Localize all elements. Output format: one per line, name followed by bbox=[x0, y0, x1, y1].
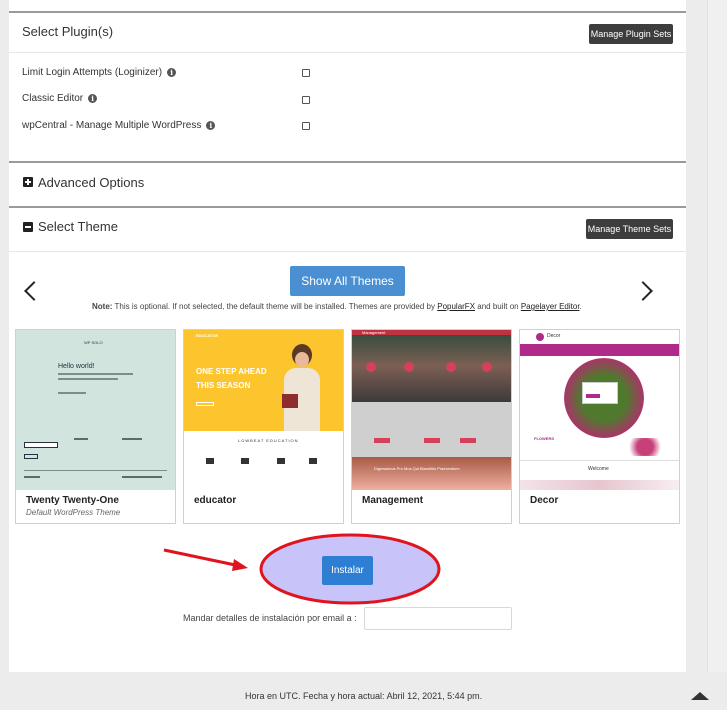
thumb-welcome: Welcome bbox=[588, 466, 609, 472]
info-icon[interactable]: i bbox=[206, 121, 216, 130]
plugin-label: Classic Editor bbox=[22, 93, 84, 104]
plugin-item: Limit Login Attempts (Loginizer) i bbox=[22, 67, 177, 78]
info-icon[interactable]: i bbox=[88, 94, 98, 103]
theme-card-decor[interactable]: Decor FLOWERS Welcome Decor bbox=[519, 329, 680, 524]
arrow-head-icon bbox=[232, 559, 248, 571]
theme-name: Decor bbox=[530, 495, 559, 506]
divider bbox=[9, 52, 686, 53]
expand-icon[interactable] bbox=[23, 177, 33, 187]
theme-thumbnail: Management Dignissimos Pro Mos Qui Bland… bbox=[352, 330, 511, 490]
theme-name: educator bbox=[194, 495, 237, 506]
annotation-overlay bbox=[163, 533, 441, 605]
theme-name: Management bbox=[362, 495, 424, 506]
divider bbox=[9, 251, 686, 252]
theme-note: Note: This is optional. If not selected,… bbox=[92, 302, 582, 311]
manage-plugin-sets-button[interactable]: Manage Plugin Sets bbox=[589, 24, 673, 44]
theme-thumbnail: Decor FLOWERS Welcome bbox=[520, 330, 679, 490]
select-theme-title: Select Theme bbox=[38, 219, 118, 234]
note-text: This is optional. If not selected, the d… bbox=[112, 302, 438, 311]
pagelayer-link[interactable]: Pagelayer Editor bbox=[521, 302, 580, 311]
theme-card-management[interactable]: Management Dignissimos Pro Mos Qui Bland… bbox=[351, 329, 512, 524]
plugin-label: Limit Login Attempts (Loginizer) bbox=[22, 67, 163, 78]
thumb-heading: Hello world! bbox=[58, 363, 95, 370]
note-text: . bbox=[579, 302, 582, 311]
note-text: and built on bbox=[475, 302, 521, 311]
email-input[interactable] bbox=[364, 607, 512, 630]
thumb-banner: Dignissimos Pro Mos Qui Blanditiis Praes… bbox=[374, 466, 460, 471]
thumb-brand: Management bbox=[362, 330, 386, 335]
thumb-subhead: LOWBEAT EDUCATION bbox=[238, 438, 299, 443]
thumb-brand: EDUCATOR bbox=[196, 333, 219, 338]
section-divider bbox=[9, 161, 686, 163]
info-icon[interactable]: i bbox=[167, 68, 177, 77]
section-divider bbox=[9, 11, 686, 13]
plugin-checkbox-wpcentral[interactable] bbox=[302, 122, 310, 130]
theme-thumbnail: EDUCATOR ONE STEP AHEAD THIS SEASON LOWB… bbox=[184, 330, 343, 490]
install-button[interactable]: Instalar bbox=[322, 556, 373, 585]
thumb-site-title: WP SOLO bbox=[84, 340, 103, 345]
note-prefix: Note: bbox=[92, 302, 113, 311]
scroll-to-top-icon[interactable] bbox=[691, 692, 709, 700]
plugin-checkbox-classic-editor[interactable] bbox=[302, 96, 310, 104]
theme-thumbnail: WP SOLO Hello world! bbox=[16, 330, 175, 490]
theme-subtitle: Default WordPress Theme bbox=[26, 508, 121, 517]
plugin-checkbox-loginizer[interactable] bbox=[302, 69, 310, 77]
collapse-icon[interactable] bbox=[23, 222, 33, 232]
thumb-headline: ONE STEP AHEAD THIS SEASON bbox=[196, 367, 267, 390]
theme-card-educator[interactable]: EDUCATOR ONE STEP AHEAD THIS SEASON LOWB… bbox=[183, 329, 344, 524]
thumb-tag: FLOWERS bbox=[534, 436, 554, 441]
annotation-arrow bbox=[163, 548, 241, 568]
manage-theme-sets-button[interactable]: Manage Theme Sets bbox=[586, 219, 673, 239]
email-label: Mandar detalles de instalación por email… bbox=[183, 613, 357, 623]
plugins-title: Select Plugin(s) bbox=[22, 24, 114, 39]
theme-name: Twenty Twenty-One bbox=[26, 495, 119, 506]
popularfx-link[interactable]: PopularFX bbox=[437, 302, 475, 311]
plugin-label: wpCentral - Manage Multiple WordPress bbox=[22, 120, 202, 131]
show-all-themes-button[interactable]: Show All Themes bbox=[290, 266, 405, 296]
plugin-item: Classic Editor i bbox=[22, 93, 98, 104]
advanced-options-toggle[interactable]: Advanced Options bbox=[38, 175, 144, 190]
plugin-item: wpCentral - Manage Multiple WordPress i bbox=[22, 120, 216, 131]
footer-time: Hora en UTC. Fecha y hora actual: Abril … bbox=[245, 691, 483, 701]
section-divider bbox=[9, 206, 686, 208]
theme-card-twenty-twenty-one[interactable]: WP SOLO Hello world! Twenty Twenty-One D… bbox=[15, 329, 176, 524]
scrollbar[interactable] bbox=[707, 0, 727, 672]
thumb-brand: Decor bbox=[547, 333, 561, 339]
